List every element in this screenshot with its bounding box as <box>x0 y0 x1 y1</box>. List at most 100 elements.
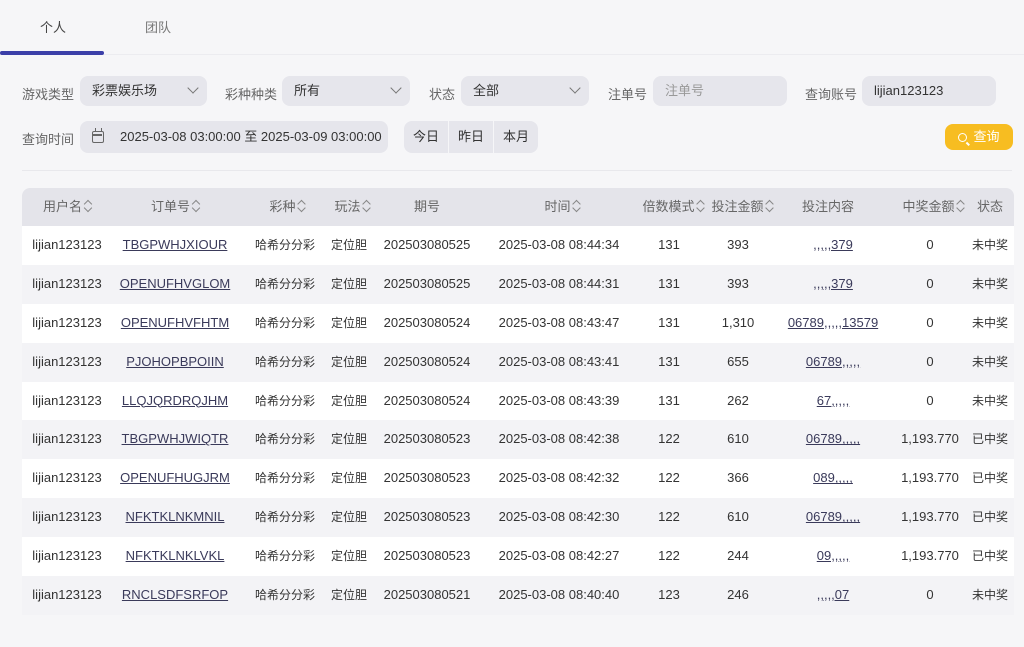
cell-play: 定位胆 <box>330 510 368 525</box>
table-row: lijian123123 LLQJQRDRQJHM 哈希分分彩 定位胆 20250308… <box>22 381 1014 421</box>
cell-time: 2025-03-08 08:42:27 <box>498 548 620 564</box>
cell-play: 定位胆 <box>330 393 368 408</box>
col-header-prize[interactable]: 中奖金额 <box>902 188 963 226</box>
cell-time: 2025-03-08 08:42:30 <box>498 509 620 525</box>
table-header: 用户名 订单号 彩种 玩法 期号 时间 倍数模式 投注金额 投注内容 中奖金额 … <box>22 188 1014 226</box>
tab-team[interactable]: 团队 <box>145 17 171 36</box>
col-header-content: 投注内容 <box>801 199 855 214</box>
cell-status: 未中奖 <box>971 238 1009 252</box>
cell-order[interactable]: OPENUFHVFHTM <box>121 304 229 343</box>
account-value: lijian123123 <box>874 83 944 98</box>
cell-user: lijian123123 <box>32 509 102 525</box>
cell-order[interactable]: OPENUFHVGLOM <box>120 265 231 304</box>
cell-multiple: 131 <box>658 314 680 330</box>
cell-status: 已中奖 <box>971 432 1009 447</box>
lottery-kind-label: 彩种种类 <box>225 87 278 102</box>
date-range-picker[interactable]: 2025-03-08 03:00:00 至 2025-03-09 03:00:0… <box>80 121 388 153</box>
cell-user: lijian123123 <box>32 353 102 369</box>
date-range-value: 2025-03-08 03:00:00 至 2025-03-09 03:00:0… <box>120 129 382 144</box>
cell-lottery: 哈希分分彩 <box>254 432 316 447</box>
col-header-order[interactable]: 订单号 <box>151 188 199 226</box>
col-header-amount[interactable]: 投注金额 <box>711 188 772 226</box>
cell-status: 未中奖 <box>971 588 1009 603</box>
cell-order[interactable]: RNCLSDFSRFOP <box>122 576 228 615</box>
cell-order[interactable]: TBGPWHJXIOUR <box>123 226 228 265</box>
col-header-lottery[interactable]: 彩种 <box>269 188 304 226</box>
col-header-multiple[interactable]: 倍数模式 <box>642 188 703 226</box>
col-header-time[interactable]: 时间 <box>544 188 579 226</box>
order-no-input[interactable]: 注单号 <box>653 76 787 106</box>
cell-multiple: 123 <box>658 587 680 603</box>
cell-content[interactable]: ,,,,,379 <box>813 265 853 304</box>
cell-content[interactable]: 06789,,,,, <box>806 420 860 459</box>
cell-status: 未中奖 <box>971 276 1009 291</box>
cell-status: 已中奖 <box>971 471 1009 486</box>
col-header-play[interactable]: 玩法 <box>334 188 369 226</box>
sort-icon <box>192 200 199 212</box>
sort-icon <box>766 200 773 212</box>
table-row: lijian123123 OPENUFHUGJRM 哈希分分彩 定位胆 20250308… <box>22 459 1014 499</box>
cell-play: 定位胆 <box>330 432 368 447</box>
cell-content[interactable]: 09,,,,, <box>817 537 850 576</box>
cell-status: 已中奖 <box>971 549 1009 564</box>
active-tab-indicator <box>0 51 104 55</box>
cell-content[interactable]: 089,,,,, <box>813 459 853 498</box>
search-button-label: 查询 <box>973 129 1000 144</box>
col-header-issue: 期号 <box>413 199 441 214</box>
this-month-button[interactable]: 本月 <box>494 121 538 153</box>
cell-order[interactable]: TBGPWHJWIQTR <box>122 420 229 459</box>
cell-content[interactable]: 06789,,,,, <box>806 498 860 537</box>
cell-prize: 0 <box>926 587 934 603</box>
sort-icon <box>363 200 370 212</box>
lottery-kind-select[interactable]: 所有 <box>282 76 410 106</box>
cell-prize: 1,193.770 <box>901 509 959 525</box>
sort-icon <box>298 200 305 212</box>
cell-amount: 262 <box>727 392 749 408</box>
table-row: lijian123123 NFKTKLNKLVKL 哈希分分彩 定位胆 20250308… <box>22 537 1014 577</box>
cell-order[interactable]: OPENUFHUGJRM <box>120 459 230 498</box>
cell-content[interactable]: ,,,,,379 <box>813 226 853 265</box>
col-header-user[interactable]: 用户名 <box>43 188 91 226</box>
tab-personal[interactable]: 个人 <box>40 17 66 36</box>
cell-order[interactable]: PJOHOPBPOIIN <box>126 343 224 382</box>
cell-prize: 1,193.770 <box>901 548 959 564</box>
cell-multiple: 131 <box>658 275 680 291</box>
status-select[interactable]: 全部 <box>461 76 589 106</box>
table-row: lijian123123 NFKTKLNKMNIL 哈希分分彩 定位胆 20250308… <box>22 498 1014 538</box>
cell-amount: 610 <box>727 509 749 525</box>
yesterday-button[interactable]: 昨日 <box>449 121 494 153</box>
cell-amount: 610 <box>727 431 749 447</box>
cell-order[interactable]: NFKTKLNKMNIL <box>126 498 225 537</box>
quick-date-group: 今日 昨日 本月 <box>404 121 538 153</box>
cell-status: 未中奖 <box>971 354 1009 369</box>
account-input[interactable]: lijian123123 <box>862 76 996 106</box>
cell-issue: 202503080524 <box>383 392 471 408</box>
cell-lottery: 哈希分分彩 <box>254 238 316 252</box>
cell-time: 2025-03-08 08:43:41 <box>498 353 620 369</box>
cell-order[interactable]: LLQJQRDRQJHM <box>122 382 228 421</box>
cell-play: 定位胆 <box>330 549 368 564</box>
cell-order[interactable]: NFKTKLNKLVKL <box>126 537 225 576</box>
cell-amount: 1,310 <box>721 314 755 330</box>
cell-amount: 655 <box>727 353 749 369</box>
cell-play: 定位胆 <box>330 471 368 486</box>
game-type-select[interactable]: 彩票娱乐场 <box>80 76 207 106</box>
sort-icon <box>573 200 580 212</box>
table-row: lijian123123 PJOHOPBPOIIN 哈希分分彩 定位胆 20250308… <box>22 342 1014 382</box>
calendar-icon <box>92 128 104 143</box>
cell-user: lijian123123 <box>32 431 102 447</box>
cell-amount: 393 <box>727 275 749 291</box>
cell-play: 定位胆 <box>330 354 368 369</box>
status-value: 全部 <box>473 83 500 98</box>
cell-time: 2025-03-08 08:44:31 <box>498 275 620 291</box>
cell-content[interactable]: 06789,,,,,13579 <box>788 304 878 343</box>
sort-icon <box>84 200 91 212</box>
search-button[interactable]: 查询 <box>945 124 1013 150</box>
cell-content[interactable]: ,,,,,07 <box>817 576 850 615</box>
cell-lottery: 哈希分分彩 <box>254 393 316 408</box>
search-icon <box>958 133 968 142</box>
lottery-kind-value: 所有 <box>294 83 321 98</box>
today-button[interactable]: 今日 <box>404 121 449 153</box>
cell-content[interactable]: 06789,,,,, <box>806 343 860 382</box>
cell-content[interactable]: 67,,,,, <box>817 382 850 421</box>
